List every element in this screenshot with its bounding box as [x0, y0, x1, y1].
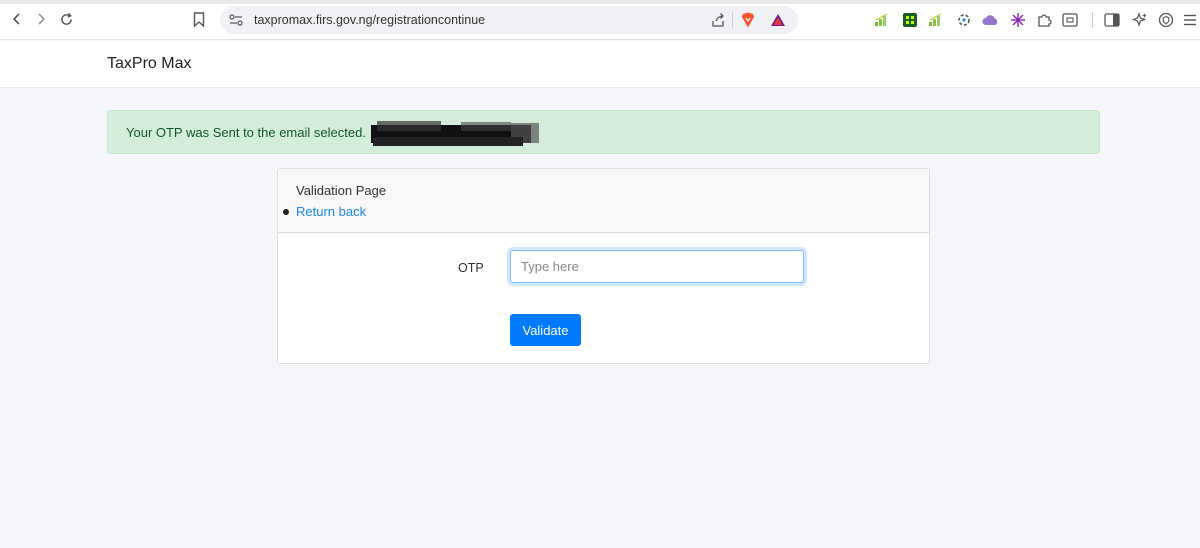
- extension-dots-icon[interactable]: [956, 12, 972, 28]
- brand-logo-text[interactable]: TaxPro Max: [107, 55, 191, 73]
- brave-shield-icon[interactable]: [740, 12, 756, 28]
- list-bullet: [283, 209, 289, 215]
- otp-sent-alert: Your OTP was Sent to the email selected.: [107, 110, 1100, 154]
- site-settings-icon[interactable]: [228, 12, 244, 28]
- puzzle-icon[interactable]: [1036, 12, 1052, 28]
- card-header: Validation Page Return back: [278, 169, 929, 233]
- reload-icon: [60, 12, 72, 25]
- wallet-icon[interactable]: [1062, 12, 1078, 28]
- validate-button[interactable]: Validate: [510, 314, 581, 346]
- otp-input[interactable]: [510, 250, 804, 283]
- bookmark-icon: [193, 11, 205, 27]
- back-button[interactable]: [8, 10, 26, 28]
- share-icon[interactable]: [710, 12, 726, 28]
- extension-chart-icon[interactable]: [874, 12, 890, 28]
- otp-label: OTP: [458, 261, 484, 275]
- tab-strip-edge: [0, 0, 1200, 4]
- url-text[interactable]: taxpromax.firs.gov.ng/registrationcontin…: [254, 13, 485, 27]
- extension-grid-icon[interactable]: [902, 12, 918, 28]
- menu-icon[interactable]: [1182, 12, 1198, 28]
- address-separator: [732, 12, 733, 28]
- card-title: Validation Page: [296, 183, 387, 198]
- extension-cloud-icon[interactable]: [982, 12, 998, 28]
- forward-button[interactable]: [32, 10, 50, 28]
- browser-toolbar: taxpromax.firs.gov.ng/registrationcontin…: [0, 0, 1200, 40]
- chevron-left-icon: [12, 13, 20, 25]
- validation-card: Validation Page Return back OTP Validate: [277, 168, 930, 364]
- reload-button[interactable]: [57, 10, 75, 28]
- app-header: TaxPro Max: [0, 41, 1200, 88]
- alert-message: Your OTP was Sent to the email selected.: [126, 125, 366, 140]
- sidebar-icon[interactable]: [1104, 12, 1120, 28]
- bookmark-button[interactable]: [190, 10, 208, 28]
- chevron-right-icon: [38, 13, 46, 25]
- extension-star-icon[interactable]: [1010, 12, 1026, 28]
- vpn-shield-icon[interactable]: [1158, 12, 1174, 28]
- brave-rewards-icon[interactable]: [770, 12, 786, 28]
- leo-ai-icon[interactable]: [1132, 12, 1148, 28]
- redacted-email: [371, 121, 539, 146]
- extension-chart-alt-icon[interactable]: [928, 12, 944, 28]
- return-back-link[interactable]: Return back: [296, 204, 366, 219]
- address-bar[interactable]: taxpromax.firs.gov.ng/registrationcontin…: [220, 6, 798, 34]
- toolbar-separator: [1092, 12, 1093, 28]
